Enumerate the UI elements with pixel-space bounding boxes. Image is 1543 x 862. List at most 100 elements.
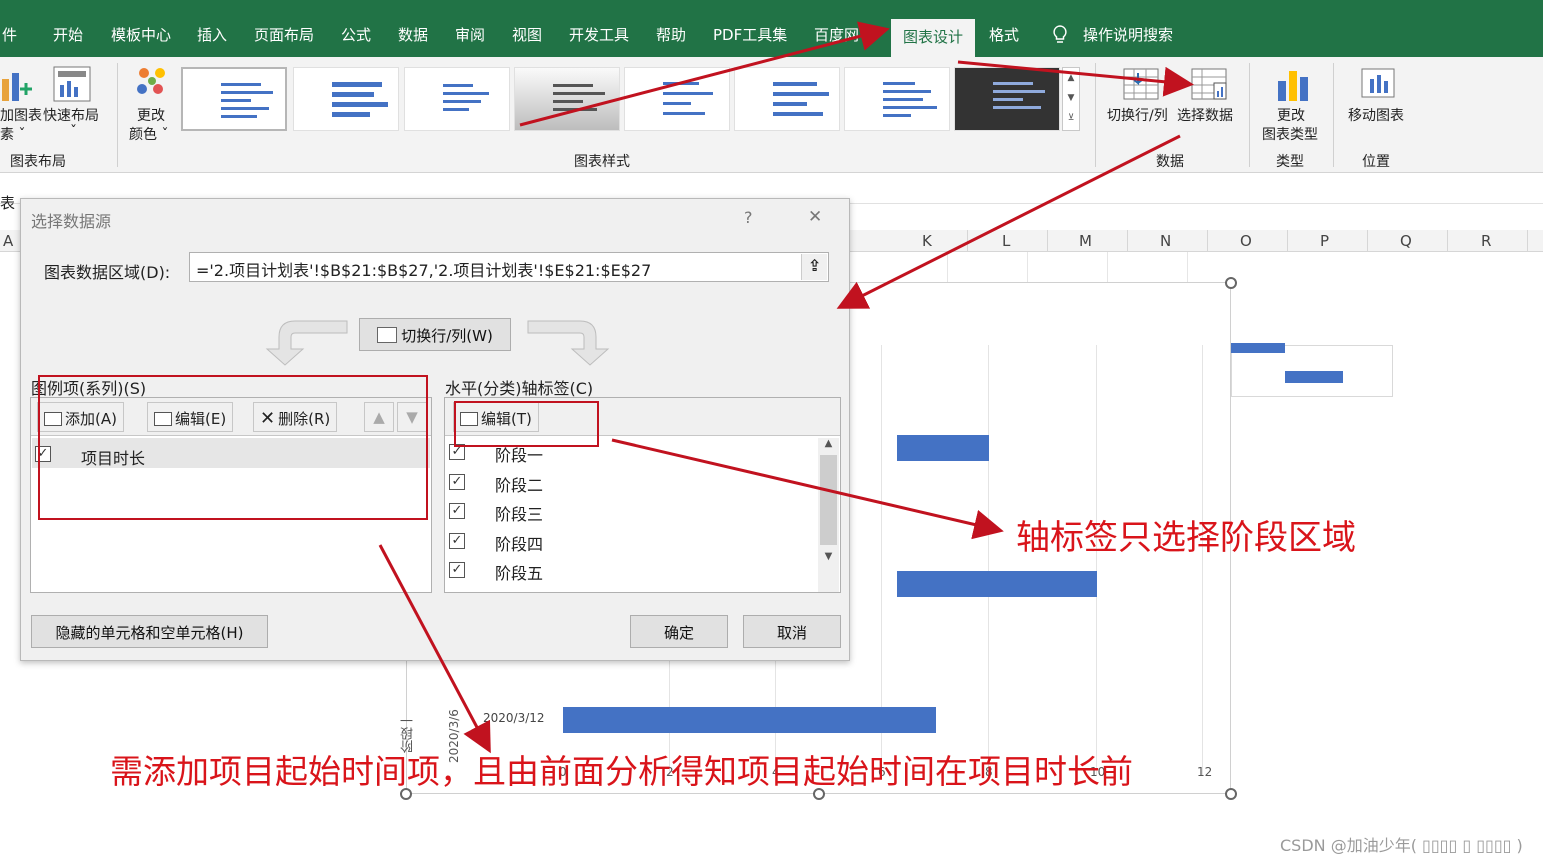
chevron-up-icon[interactable]: ▲ [818, 438, 839, 449]
change-chart-type-label: 更改 [1277, 108, 1305, 124]
column-header[interactable]: L [1002, 232, 1010, 250]
ribbon-separator [1333, 63, 1334, 167]
curved-arrow-right-icon [527, 320, 610, 366]
column-header[interactable]: M [1079, 232, 1092, 250]
chevron-down-icon: ˇ [70, 124, 77, 140]
category-checkbox[interactable]: ✓ [449, 562, 465, 578]
scrollbar[interactable]: ▲ ▼ [818, 438, 839, 592]
lightbulb-icon [1053, 25, 1067, 43]
tab-data[interactable]: 数据 [398, 24, 428, 48]
ok-button[interactable]: 确定 [630, 615, 728, 648]
gallery-more-icon[interactable]: ⊻ [1063, 108, 1079, 128]
column-header[interactable]: A [3, 232, 13, 250]
chevron-up-icon[interactable]: ▲ [1063, 68, 1079, 88]
tab-review[interactable]: 审阅 [455, 24, 485, 48]
tab-help[interactable]: 帮助 [656, 24, 686, 48]
ribbon-separator [1095, 63, 1096, 167]
gridline [1027, 252, 1028, 282]
resize-handle[interactable] [1225, 277, 1237, 289]
column-header[interactable]: N [1160, 232, 1171, 250]
tab-view[interactable]: 视图 [512, 24, 542, 48]
quick-layout-label: 快速布局 [43, 108, 99, 124]
add-chart-element-label-2: 素 ˇ [0, 127, 26, 143]
cancel-button[interactable]: 取消 [743, 615, 841, 648]
gridline [1187, 252, 1188, 282]
quick-layout-icon[interactable] [52, 65, 92, 103]
chart-style-thumb[interactable] [734, 67, 840, 131]
range-label: 图表数据区域(D): [44, 263, 171, 282]
category-checkbox[interactable]: ✓ [449, 503, 465, 519]
category-checkbox[interactable]: ✓ [449, 533, 465, 549]
chart-bar[interactable] [1285, 371, 1343, 383]
highlight-box-axis-edit [454, 401, 599, 447]
category-item: 阶段四 [495, 535, 544, 554]
tab-chart-design[interactable]: 图表设计 [891, 19, 976, 57]
bottom-note: 需添加项目起始时间项，且由前面分析得知项目起始时间在项目时长前 [110, 752, 1133, 791]
column-header[interactable]: R [1481, 232, 1491, 250]
column-header[interactable]: O [1240, 232, 1252, 250]
resize-handle[interactable] [1225, 788, 1237, 800]
tab-formulas[interactable]: 公式 [341, 24, 371, 48]
ribbon-tab-bar: 件 开始 模板中心 插入 页面布局 公式 数据 审阅 视图 开发工具 帮助 PD… [0, 0, 1543, 57]
change-chart-type-icon[interactable] [1276, 67, 1310, 103]
category-item: 阶段二 [495, 476, 544, 495]
group-label-location: 位置 [1362, 154, 1390, 170]
tab-file[interactable]: 件 [2, 24, 17, 48]
search-tell-me[interactable]: 操作说明搜索 [1083, 24, 1173, 48]
switch-row-column-button[interactable]: 切换行/列(W) [359, 318, 511, 351]
scroll-thumb[interactable] [820, 455, 837, 545]
tab-home[interactable]: 开始 [53, 24, 83, 48]
add-chart-element-icon[interactable] [0, 69, 34, 105]
chart-bar[interactable] [897, 435, 989, 461]
add-chart-element-label: 加图表 [0, 108, 42, 124]
change-chart-type-label-2: 图表类型 [1262, 127, 1318, 143]
chart-bar[interactable] [1231, 343, 1285, 353]
select-data-label[interactable]: 选择数据 [1177, 105, 1233, 125]
chart-style-thumb[interactable] [844, 67, 950, 131]
highlight-box-series [38, 375, 428, 520]
tab-page-layout[interactable]: 页面布局 [254, 24, 314, 48]
chart-bar[interactable] [897, 571, 1097, 597]
group-label-data: 数据 [1156, 154, 1184, 170]
change-colors-icon[interactable] [134, 65, 172, 103]
name-box[interactable]: 表 [0, 192, 15, 213]
switch-row-column-icon[interactable] [1122, 67, 1160, 103]
help-icon[interactable]: ? [744, 208, 753, 227]
chart-style-thumb[interactable] [624, 67, 730, 131]
gridline [947, 252, 948, 282]
axis-labels-label: 水平(分类)轴标签(C) [445, 379, 594, 398]
tab-pdf-tools[interactable]: PDF工具集 [713, 24, 787, 48]
category-checkbox[interactable]: ✓ [449, 474, 465, 490]
chart-data-range-input[interactable]: ='2.项目计划表'!$B$21:$B$27,'2.项目计划表'!$E$21:$… [189, 252, 829, 282]
move-chart-label[interactable]: 移动图表 [1348, 105, 1404, 125]
chart-style-thumb[interactable] [181, 67, 287, 131]
change-colors-label: 更改 [137, 108, 165, 124]
column-header[interactable]: K [922, 232, 932, 250]
tab-insert[interactable]: 插入 [197, 24, 227, 48]
tab-developer[interactable]: 开发工具 [569, 24, 629, 48]
tab-format[interactable]: 格式 [989, 24, 1019, 48]
switch-row-column-label[interactable]: 切换行/列 [1107, 105, 1168, 125]
gridline [1107, 252, 1108, 282]
hidden-empty-cells-button[interactable]: 隐藏的单元格和空单元格(H) [31, 615, 268, 648]
chart-style-thumb[interactable] [404, 67, 510, 131]
change-colors-label-2: 颜色 ˇ [129, 127, 169, 143]
chart-bar[interactable] [563, 707, 936, 733]
start-date-label: 2020/3/12 [483, 711, 545, 725]
chart-style-thumb[interactable] [293, 67, 399, 131]
close-icon[interactable]: ✕ [808, 207, 822, 227]
column-header[interactable]: P [1320, 232, 1329, 250]
tab-templates[interactable]: 模板中心 [111, 24, 171, 48]
collapse-dialog-icon[interactable]: ⇪ [801, 254, 827, 280]
chevron-down-icon[interactable]: ▼ [818, 551, 839, 562]
chart-style-thumb[interactable] [954, 67, 1060, 131]
column-header[interactable]: Q [1400, 232, 1412, 250]
select-data-icon[interactable] [1190, 67, 1228, 103]
chart-style-thumb[interactable] [514, 67, 620, 131]
group-label-type: 类型 [1276, 154, 1304, 170]
chevron-down-icon[interactable]: ▼ [1063, 88, 1079, 108]
move-chart-icon[interactable] [1360, 67, 1396, 101]
gallery-scroll[interactable]: ▲ ▼ ⊻ [1062, 67, 1080, 131]
tab-baidu[interactable]: 百度网 [814, 24, 859, 48]
ribbon-separator [117, 63, 118, 167]
